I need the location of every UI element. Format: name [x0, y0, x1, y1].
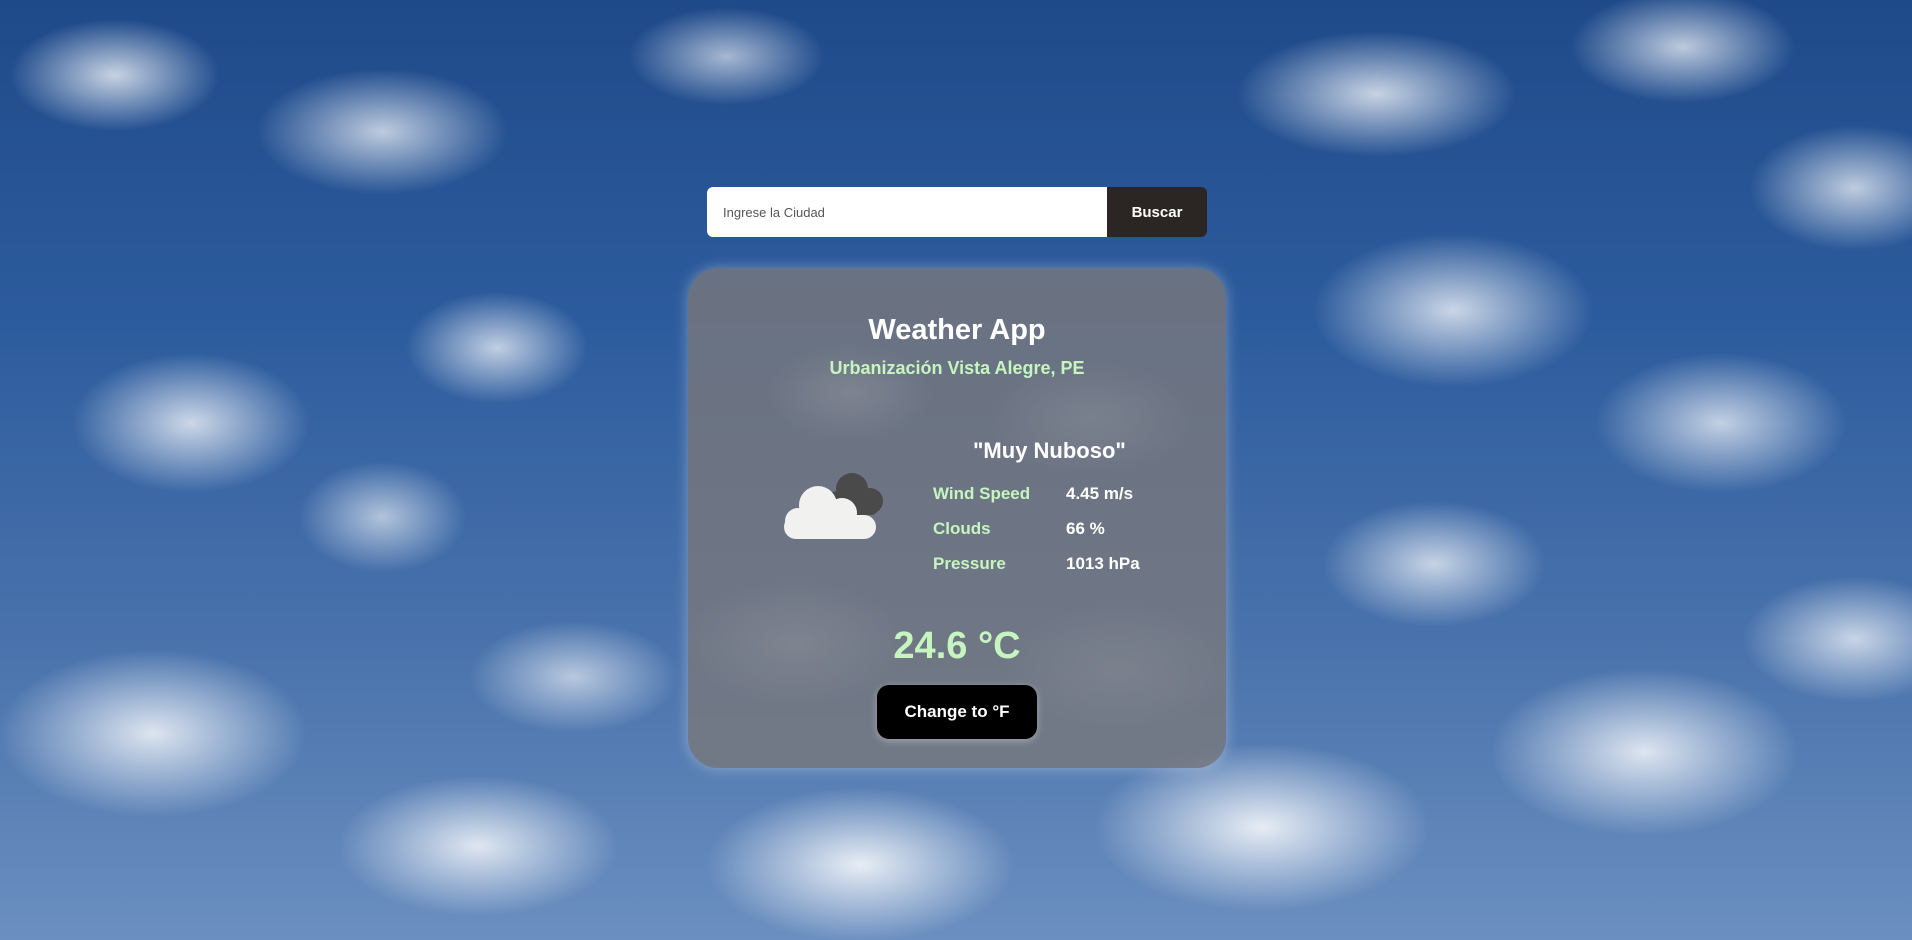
stat-value: 66 %	[1066, 518, 1105, 538]
location-label: Urbanización Vista Alegre, PE	[829, 358, 1085, 378]
stat-value: 1013 hPa	[1066, 553, 1140, 573]
stat-label: Clouds	[933, 518, 991, 538]
stat-label: Pressure	[933, 553, 1006, 573]
search-button[interactable]: Buscar	[1107, 187, 1207, 237]
app-title: Weather App	[868, 314, 1046, 346]
weather-card: Weather App Urbanización Vista Alegre, P…	[688, 268, 1226, 768]
stat-row-pressure: Pressure 1013 hPa	[933, 546, 1140, 581]
stat-label: Wind Speed	[933, 483, 1031, 503]
search-bar: Buscar	[707, 187, 1207, 237]
weather-stats: Wind Speed 4.45 m/s Clouds 66 % Pressure…	[933, 476, 1140, 581]
stat-row-wind-speed: Wind Speed 4.45 m/s	[933, 476, 1140, 511]
cloudy-icon	[784, 473, 883, 539]
weather-description: "Muy Nuboso"	[973, 438, 1126, 463]
stat-value: 4.45 m/s	[1066, 483, 1134, 503]
change-unit-button[interactable]: Change to °F	[877, 685, 1037, 739]
city-search-input[interactable]	[707, 187, 1107, 237]
stat-row-clouds: Clouds 66 %	[933, 511, 1140, 546]
temperature-display: 24.6 °C	[893, 625, 1021, 667]
